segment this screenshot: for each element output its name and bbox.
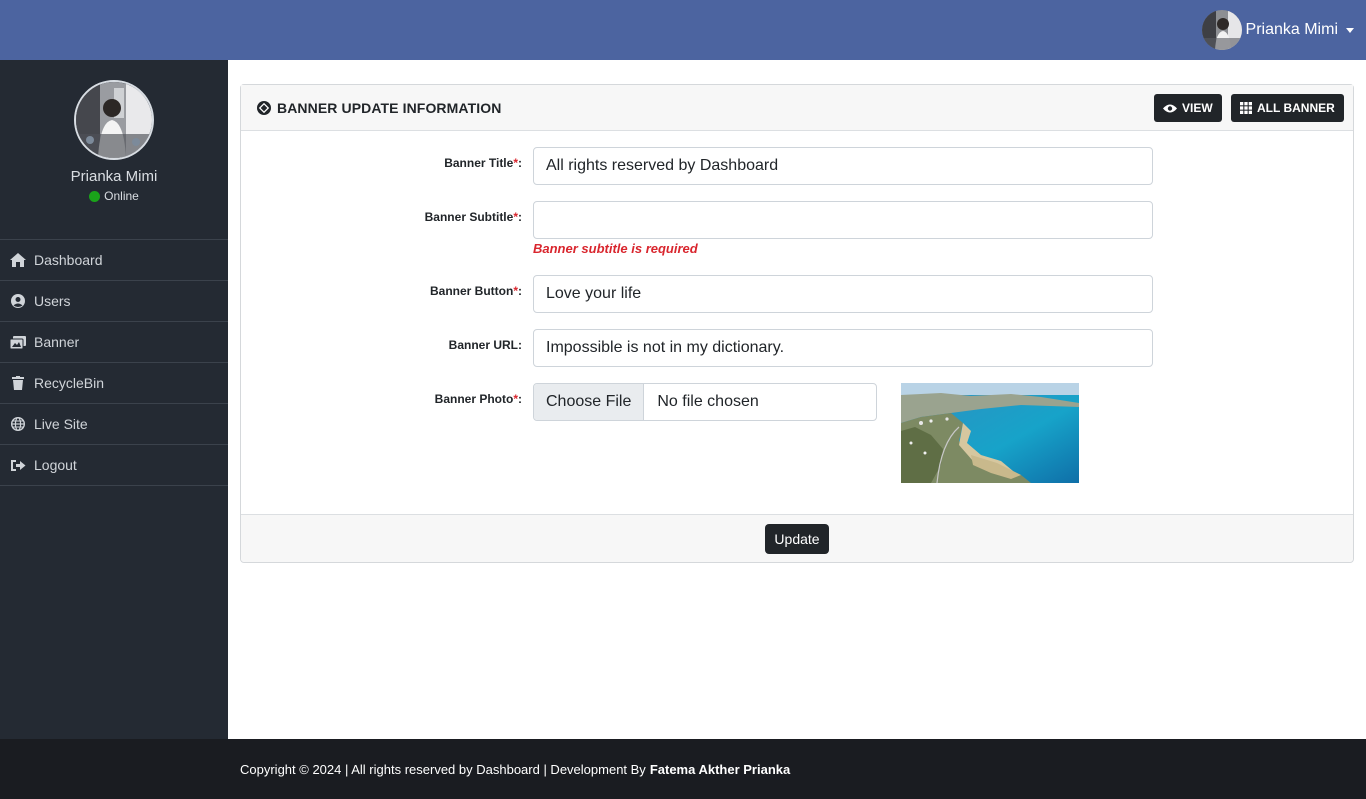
update-button[interactable]: Update: [765, 523, 829, 554]
sidebar-item-label: Live Site: [34, 416, 88, 432]
globe-icon: [10, 416, 26, 432]
banner-button-input[interactable]: Love your life: [533, 275, 1153, 313]
choose-file-button[interactable]: Choose File: [534, 384, 645, 420]
banner-update-card: BANNER UPDATE INFORMATION VIEW ALL BANNE…: [240, 84, 1354, 563]
coastline-photo: [901, 383, 1079, 483]
badge-icon: [257, 100, 271, 115]
user-circle-icon: [10, 293, 26, 309]
profile-name: Prianka Mimi: [70, 168, 158, 185]
author-name: Fatema Akther Prianka: [649, 761, 791, 777]
online-status: Online: [0, 189, 228, 203]
sidebar-item-dashboard[interactable]: Dashboard: [0, 240, 228, 281]
avatar: [1201, 10, 1242, 50]
banner-button-label: Banner Button*:: [430, 284, 522, 298]
card-title: BANNER UPDATE INFORMATION: [257, 100, 501, 116]
images-icon: [10, 334, 26, 350]
sign-out-icon: [10, 457, 26, 473]
status-label: Online: [104, 189, 139, 203]
status-dot-icon: [89, 190, 101, 202]
sidebar-item-label: Dashboard: [34, 252, 103, 268]
home-icon: [10, 252, 26, 268]
all-banner-button-label: ALL BANNER: [1257, 101, 1335, 115]
banner-title-label: Banner Title*:: [444, 156, 522, 170]
view-button[interactable]: VIEW: [1154, 94, 1222, 122]
all-banner-button[interactable]: ALL BANNER: [1231, 94, 1344, 122]
sidebar-item-users[interactable]: Users: [0, 281, 228, 322]
banner-subtitle-error: Banner subtitle is required: [533, 241, 698, 256]
card-footer: Update: [241, 514, 1353, 562]
trash-icon: [10, 375, 26, 391]
banner-photo-file-input[interactable]: Choose File No file chosen: [533, 383, 877, 421]
banner-photo-preview: [901, 383, 1079, 483]
banner-photo-label: Banner Photo*:: [434, 392, 522, 406]
banner-url-input[interactable]: Impossible is not in my dictionary.: [533, 329, 1153, 367]
user-photo-icon: [76, 82, 152, 158]
banner-title-input[interactable]: All rights reserved by Dashboard: [533, 147, 1153, 185]
banner-subtitle-label: Banner Subtitle*:: [424, 210, 522, 224]
sidebar-item-label: Logout: [34, 457, 77, 473]
sidebar: Prianka Mimi Online Dashboard Users Bann…: [0, 60, 228, 739]
copyright-text: Copyright © 2024 | All rights reserved b…: [240, 761, 646, 777]
sidebar-item-label: Banner: [34, 334, 80, 350]
banner-url-label: Banner URL:: [448, 338, 522, 352]
sidebar-item-label: Users: [34, 293, 71, 309]
card-header: BANNER UPDATE INFORMATION VIEW ALL BANNE…: [241, 85, 1353, 131]
sidebar-item-live-site[interactable]: Live Site: [0, 404, 228, 445]
card-title-text: BANNER UPDATE INFORMATION: [277, 99, 502, 116]
sidebar-item-recyclebin[interactable]: RecycleBin: [0, 363, 228, 404]
banner-subtitle-input[interactable]: [533, 201, 1153, 239]
view-button-label: VIEW: [1182, 101, 1213, 115]
page-footer: Copyright © 2024 | All rights reserved b…: [0, 739, 1366, 799]
sidebar-item-banner[interactable]: Banner: [0, 322, 228, 363]
user-menu-toggle[interactable]: Prianka Mimi: [1201, 10, 1354, 50]
sidebar-item-label: RecycleBin: [34, 375, 105, 391]
user-name: Prianka Mimi: [1245, 21, 1338, 38]
user-photo-icon: [1201, 10, 1242, 50]
file-status: No file chosen: [657, 393, 759, 410]
top-navbar: Prianka Mimi: [0, 0, 1366, 60]
caret-down-icon: [1346, 27, 1354, 33]
grid-icon: [1240, 102, 1252, 114]
sidebar-item-logout[interactable]: Logout: [0, 445, 228, 486]
profile-avatar: [74, 80, 154, 160]
sidebar-profile: Prianka Mimi Online: [0, 80, 228, 240]
eye-icon: [1163, 104, 1177, 113]
